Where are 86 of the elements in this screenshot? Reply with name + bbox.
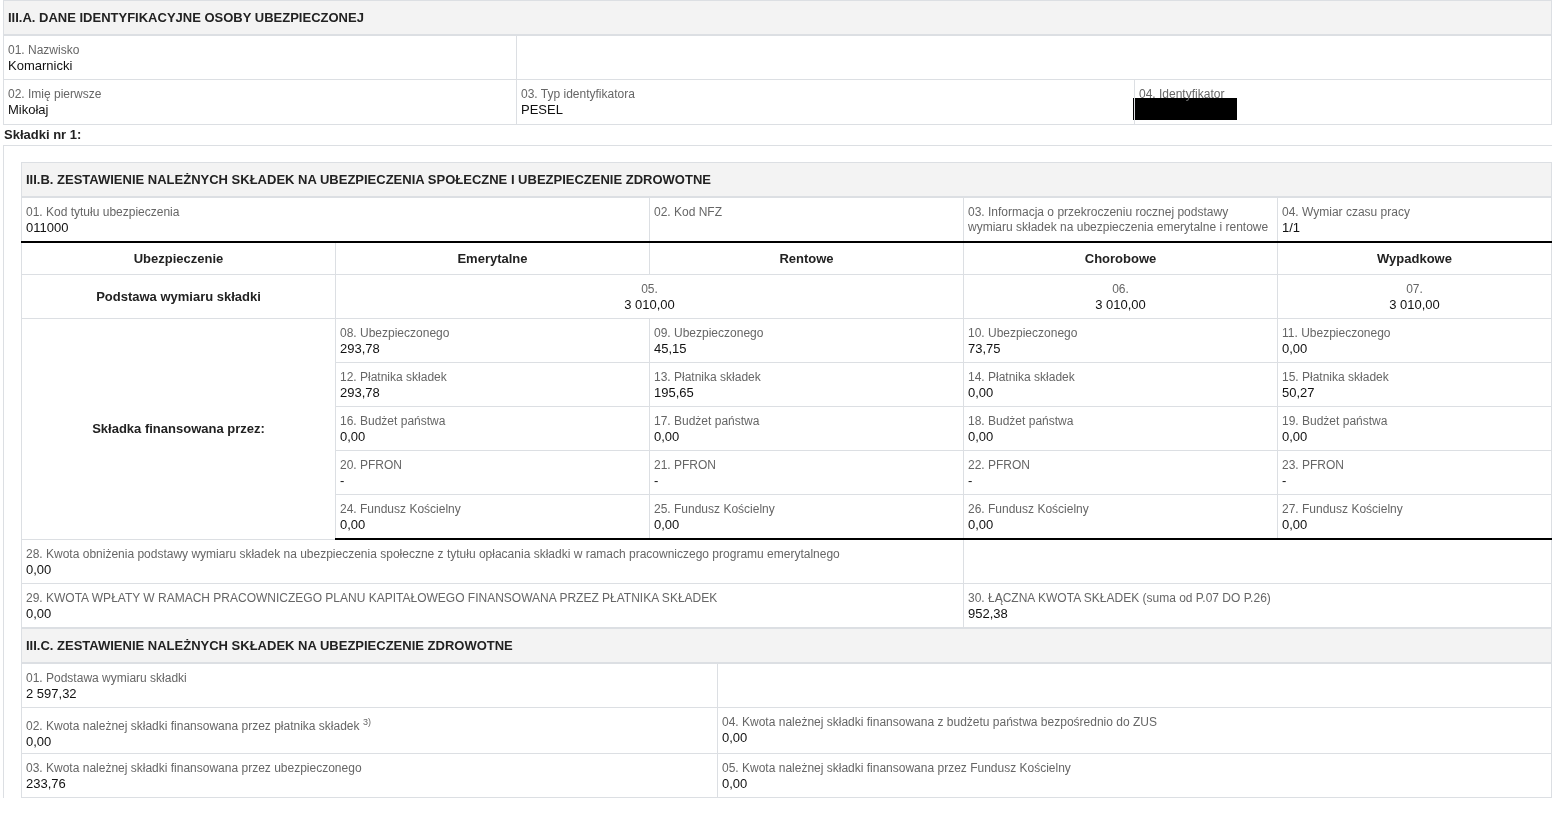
field-value: 0,00 (340, 429, 367, 444)
field-label: 03. Typ identyfikatora (521, 87, 636, 102)
field-value: - (654, 473, 660, 488)
field-label: 12. Płatnika składek (340, 370, 448, 385)
field-value: 0,00 (26, 562, 53, 577)
field-value: PESEL (521, 102, 564, 117)
field-value: - (968, 473, 974, 488)
field-label: 07. (1405, 282, 1424, 297)
field-label: 02. Kod NFZ (654, 205, 724, 220)
field-value: 3 010,00 (623, 297, 676, 312)
field-label: 01. Nazwisko (8, 43, 81, 58)
field-label: 26. Fundusz Kościelny (968, 502, 1090, 517)
field-value: 2 597,32 (26, 686, 78, 701)
field-value: - (1282, 473, 1288, 488)
field-value: 0,00 (1282, 517, 1309, 532)
field-label: 24. Fundusz Kościelny (340, 502, 462, 517)
field-value: 3 010,00 (1388, 297, 1441, 312)
field-label: 10. Ubezpieczonego (968, 326, 1079, 341)
field-label: 25. Fundusz Kościelny (654, 502, 776, 517)
section-header: III.C. ZESTAWIENIE NALEŻNYCH SKŁADEK NA UBEZPIECZENIE ZDROWOTNE (21, 628, 1552, 663)
field-label: 04. Identyfikator (1139, 87, 1226, 102)
field-label: 01. Podstawa wymiaru składki (26, 671, 188, 686)
field-value: 0,00 (968, 385, 995, 400)
field-value: Mikołaj (8, 102, 50, 117)
field-label: 20. PFRON (340, 458, 403, 473)
field-value: 3 010,00 (1094, 297, 1147, 312)
field-value: 0,00 (722, 776, 749, 791)
field-value: 293,78 (340, 385, 381, 400)
field-label: 14. Płatnika składek (968, 370, 1076, 385)
field-label: 27. Fundusz Kościelny (1282, 502, 1404, 517)
field-label: 16. Budżet państwa (340, 414, 447, 429)
field-label: 02. Imię pierwsze (8, 87, 103, 102)
field-value: 1/1 (1282, 220, 1302, 235)
field-value: 952,38 (968, 606, 1009, 621)
field-label: 05. Kwota należnej składki finansowana przez Fundusz Kościelny (722, 761, 1072, 776)
field-value: 0,00 (26, 606, 53, 621)
field-value: 50,27 (1282, 385, 1316, 400)
field-label: 19. Budżet państwa (1282, 414, 1389, 429)
field-label: 04. Wymiar czasu pracy (1282, 205, 1411, 220)
field-value: 0,00 (654, 517, 681, 532)
row-header: Podstawa wymiaru składki (21, 274, 336, 319)
field-label: 22. PFRON (968, 458, 1031, 473)
field-value: 0,00 (968, 429, 995, 444)
field-label: 30. ŁĄCZNA KWOTA SKŁADEK (suma od P.07 DO P.26) (968, 591, 1272, 606)
field-value: 011000 (26, 220, 70, 235)
field-label: 17. Budżet państwa (654, 414, 761, 429)
section-header: III.A. DANE IDENTYFIKACYJNE OSOBY UBEZPIECZONEJ (3, 0, 1552, 35)
field-value: 0,00 (968, 517, 995, 532)
field-value: 233,76 (26, 776, 67, 791)
section-header: III.B. ZESTAWIENIE NALEŻNYCH SKŁADEK NA UBEZPIECZENIA SPOŁECZNE I UBEZPIECZENIE ZDROWOTNE (21, 162, 1552, 197)
field-value: 0,00 (340, 517, 367, 532)
field-label: 15. Płatnika składek (1282, 370, 1390, 385)
field-label: 01. Kod tytułu ubezpieczenia (26, 205, 181, 220)
field-label: 03. Kwota należnej składki finansowana przez ubezpieczonego (26, 761, 363, 776)
row-header: Składka finansowana przez: (21, 318, 336, 539)
column-header: Emerytalne (335, 242, 650, 275)
field-value: 0,00 (1282, 341, 1309, 356)
field-value: 293,78 (340, 341, 381, 356)
field-value: - (340, 473, 346, 488)
field-value: 0,00 (722, 730, 749, 745)
column-header: Rentowe (649, 242, 964, 275)
field-value: 0,00 (1282, 429, 1309, 444)
contributions-heading: Składki nr 1: (3, 126, 83, 144)
field-value: 195,65 (654, 385, 695, 400)
field-value: 0,00 (26, 734, 53, 749)
field-label: 09. Ubezpieczonego (654, 326, 765, 341)
field-value: 0,00 (654, 429, 681, 444)
field-label: 23. PFRON (1282, 458, 1345, 473)
field-label: 18. Budżet państwa (968, 414, 1075, 429)
field-label: 04. Kwota należnej składki finansowana z budżetu państwa bezpośrednio do ZUS (722, 715, 1158, 730)
field-label: 28. Kwota obniżenia podstawy wymiaru składek na ubezpieczenia społeczne z tytułu opłacania składki w ramach pracowniczego programu emerytalnego (26, 547, 841, 562)
field-value: Komarnicki (8, 58, 74, 73)
field-label: 08. Ubezpieczonego (340, 326, 451, 341)
column-header: Wypadkowe (1277, 242, 1552, 275)
field-label: 21. PFRON (654, 458, 717, 473)
field-label: 06. (1111, 282, 1130, 297)
field-label: 05. (640, 282, 659, 297)
column-header: Ubezpieczenie (21, 242, 336, 275)
field-label: 29. KWOTA WPŁATY W RAMACH PRACOWNICZEGO PLANU KAPITAŁOWEGO FINANSOWANA PRZEZ PŁATNIKA SKŁADEK (26, 591, 719, 606)
column-header: Chorobowe (963, 242, 1278, 275)
field-value: 45,15 (654, 341, 688, 356)
field-value: 73,75 (968, 341, 1002, 356)
field-label: 13. Płatnika składek (654, 370, 762, 385)
field-label: 02. Kwota należnej składki finansowana przez płatnika składek $^{3)}$ (26, 716, 372, 734)
field-label: 11. Ubezpieczonego (1282, 326, 1392, 341)
field-label: 03. Informacja o przekroczeniu rocznej podstawy wymiaru składek na ubezpieczenia emerytalne i rentowe (968, 205, 1270, 235)
